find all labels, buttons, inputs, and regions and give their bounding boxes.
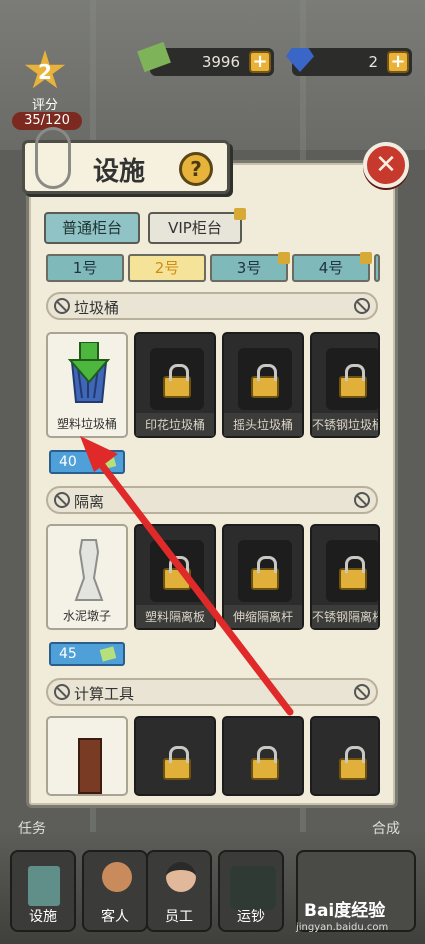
tutorial-arrow: [80, 436, 294, 716]
